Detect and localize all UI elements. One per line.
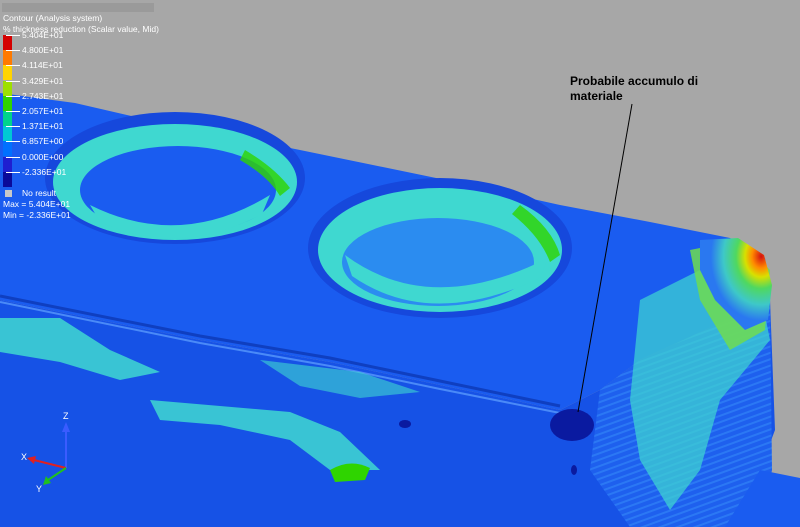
legend-tick bbox=[6, 156, 20, 158]
legend-swatch bbox=[3, 126, 12, 142]
legend-swatch bbox=[3, 156, 12, 172]
axis-y-arrow bbox=[43, 476, 51, 485]
annotation-line-2: materiale bbox=[570, 89, 623, 103]
legend-titlebar bbox=[2, 3, 154, 12]
legend-level-label: 3.429E+01 bbox=[22, 75, 64, 86]
legend-tick bbox=[6, 35, 20, 36]
accumulation-drip bbox=[571, 465, 577, 475]
legend-swatch bbox=[3, 80, 12, 96]
accumulation-blob-small bbox=[399, 420, 411, 428]
legend-tick bbox=[6, 65, 20, 67]
legend-level: -2.336E+01 bbox=[3, 167, 159, 187]
axis-triad[interactable]: Z X Y bbox=[18, 410, 78, 495]
legend-levels: 5.404E+01 4.800E+01 4.114E+01 3.429E+01 2.74… bbox=[3, 30, 159, 187]
legend-level-label: 5.404E+01 bbox=[22, 30, 64, 40]
legend-min: Min = -2.336E+01 bbox=[3, 209, 71, 220]
legend-no-result: No result bbox=[3, 188, 159, 199]
accumulation-blob bbox=[550, 409, 594, 441]
axis-z-label: Z bbox=[63, 411, 69, 421]
axis-x-arrow bbox=[27, 456, 36, 464]
annotation-line-1: Probabile accumulo di bbox=[570, 74, 699, 88]
contour-legend: Contour (Analysis system) % thickness re… bbox=[3, 13, 159, 221]
legend-swatch bbox=[3, 141, 12, 157]
legend-tick bbox=[6, 110, 20, 112]
axis-y-label: Y bbox=[36, 484, 42, 494]
annotation-label: Probabile accumulo di materiale bbox=[570, 74, 730, 104]
legend-swatch bbox=[3, 110, 12, 126]
no-result-swatch bbox=[5, 189, 12, 197]
legend-tick bbox=[6, 141, 20, 143]
axis-y-line bbox=[47, 467, 67, 481]
legend-level-label: 4.114E+01 bbox=[22, 60, 63, 71]
legend-level-label: -2.336E+01 bbox=[22, 166, 67, 177]
axis-x-line bbox=[33, 459, 67, 469]
legend-tick bbox=[6, 171, 20, 173]
legend-level-label: 1.371E+01 bbox=[22, 121, 64, 132]
legend-swatch bbox=[3, 95, 12, 111]
axis-z-arrow bbox=[62, 422, 70, 432]
legend-swatch bbox=[3, 65, 12, 81]
legend-swatch bbox=[3, 171, 12, 187]
legend-max: Max = 5.404E+01 bbox=[3, 198, 71, 209]
viewport[interactable]: Contour (Analysis system) % thickness re… bbox=[0, 0, 800, 527]
no-result-label: No result bbox=[22, 187, 57, 198]
legend-tick bbox=[6, 80, 20, 82]
legend-level-label: 2.743E+01 bbox=[22, 90, 64, 101]
legend-tick bbox=[6, 50, 20, 52]
legend-tick bbox=[6, 126, 20, 128]
legend-level-label: 6.857E+00 bbox=[22, 136, 64, 147]
axis-x-label: X bbox=[21, 452, 27, 462]
legend-level-label: 0.000E+00 bbox=[22, 151, 64, 162]
legend-title: Contour (Analysis system) bbox=[3, 13, 103, 23]
legend-tick bbox=[6, 95, 20, 97]
legend-level-label: 2.057E+01 bbox=[22, 105, 64, 116]
legend-swatch bbox=[3, 35, 12, 50]
legend-swatch bbox=[3, 50, 12, 66]
legend-level-label: 4.800E+01 bbox=[22, 45, 64, 56]
